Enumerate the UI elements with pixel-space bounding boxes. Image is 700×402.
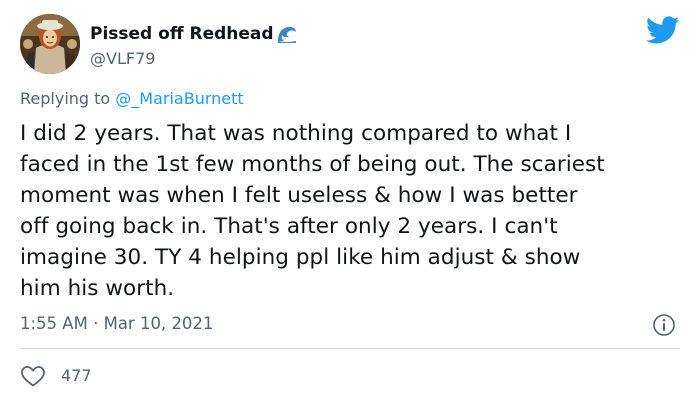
user-handle[interactable]: @VLF79 bbox=[90, 49, 155, 69]
author-name-row[interactable]: Pissed off Redhead bbox=[90, 22, 298, 46]
tweet-card: Pissed off Redhead @VLF79 Replying to @_… bbox=[0, 0, 700, 402]
heart-icon[interactable] bbox=[20, 364, 46, 388]
info-icon[interactable] bbox=[652, 313, 676, 337]
like-count: 477 bbox=[61, 366, 92, 385]
display-name[interactable]: Pissed off Redhead bbox=[90, 22, 274, 46]
tweet-date[interactable]: Mar 10, 2021 bbox=[104, 314, 214, 333]
timestamp[interactable]: 1:55 AM · Mar 10, 2021 bbox=[20, 313, 213, 335]
divider bbox=[20, 348, 680, 349]
replying-to-link[interactable]: @_MariaBurnett bbox=[115, 89, 243, 108]
reply-context: Replying to @_MariaBurnett bbox=[20, 88, 244, 110]
like-action[interactable]: 477 bbox=[20, 364, 92, 388]
avatar[interactable] bbox=[20, 14, 80, 74]
tweet-time[interactable]: 1:55 AM bbox=[20, 314, 88, 333]
tweet-text: I did 2 years. That was nothing compared… bbox=[20, 121, 605, 301]
replying-prefix: Replying to bbox=[20, 89, 116, 108]
water-wave-icon bbox=[276, 23, 298, 45]
twitter-bird-icon[interactable] bbox=[645, 16, 680, 46]
meta-separator: · bbox=[93, 314, 99, 333]
